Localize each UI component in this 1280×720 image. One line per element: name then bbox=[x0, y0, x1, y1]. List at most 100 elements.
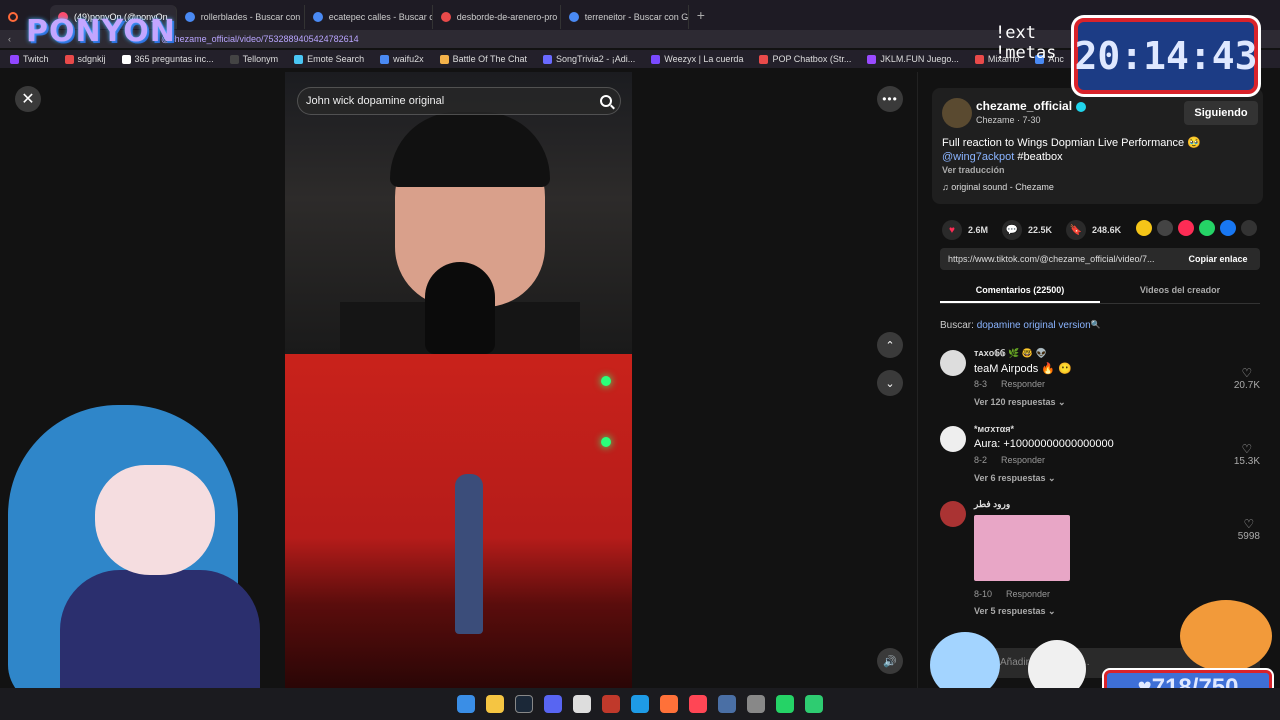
bookmark-item[interactable]: Twitch bbox=[10, 54, 49, 64]
bookmark-item[interactable]: 365 preguntas inc... bbox=[121, 54, 214, 64]
app-icon[interactable] bbox=[805, 695, 823, 713]
whatsapp-icon[interactable] bbox=[776, 695, 794, 713]
embed-icon[interactable] bbox=[1157, 220, 1173, 236]
opera-icon[interactable] bbox=[602, 695, 620, 713]
details-panel: chezame_official Chezame · 7-30 Siguiend… bbox=[917, 72, 1280, 688]
comment-stat[interactable]: 💬 22.5K bbox=[1002, 220, 1052, 240]
view-replies-button[interactable]: Ver 6 respuestas ⌄ bbox=[974, 473, 1056, 484]
bookmark-item[interactable]: Tellonym bbox=[229, 54, 278, 64]
following-button[interactable]: Siguiendo bbox=[1184, 101, 1258, 125]
hashtag-link[interactable]: #beatbox bbox=[1017, 151, 1062, 163]
avatar[interactable] bbox=[940, 426, 966, 452]
comment-like-button[interactable]: ♡ 5998 bbox=[1238, 517, 1260, 542]
file-explorer-icon[interactable] bbox=[486, 695, 504, 713]
windows-start-icon[interactable] bbox=[457, 695, 475, 713]
comment-author[interactable]: ᴛᴀxᴏ𝟞𝟞 🌿 🤓 👽 bbox=[974, 348, 1047, 359]
bookmark-icon bbox=[229, 54, 239, 64]
whatsapp-icon[interactable] bbox=[1199, 220, 1215, 236]
volume-button[interactable]: 🔊 bbox=[877, 648, 903, 674]
browser-tab[interactable]: rollerblades - Buscar con bbox=[177, 5, 305, 29]
app-icon[interactable] bbox=[747, 695, 765, 713]
view-replies-button[interactable]: Ver 5 respuestas ⌄ bbox=[974, 606, 1056, 617]
comment-meta: 8-2 Responder bbox=[974, 455, 1046, 465]
app-icon[interactable] bbox=[689, 695, 707, 713]
browser-tab[interactable]: terreneitor - Buscar con G bbox=[561, 5, 689, 29]
like-stat[interactable]: ♥ 2.6M bbox=[942, 220, 988, 240]
tab-creator-videos[interactable]: Videos del creador bbox=[1100, 280, 1260, 303]
reply-button[interactable]: Responder bbox=[1001, 455, 1045, 465]
bookmark-item[interactable]: sdgnkij bbox=[64, 54, 106, 64]
bookmark-item[interactable]: Weezyx | La cuerda bbox=[651, 54, 743, 64]
steam-icon[interactable] bbox=[515, 695, 533, 713]
search-query: John wick dopamine original bbox=[306, 95, 445, 107]
back-arrow-icon[interactable]: ‹ bbox=[8, 34, 11, 44]
bookmark-item[interactable]: SongTrivia2 - ¡Adi... bbox=[543, 54, 635, 64]
search-suggestion[interactable]: Buscar: dopamine original version🔍 bbox=[940, 320, 1101, 331]
avatar[interactable] bbox=[942, 98, 972, 128]
bookmark-icon bbox=[759, 54, 769, 64]
bookmark-item[interactable]: JKLM.FUN Juego... bbox=[867, 54, 959, 64]
bookmark-icon bbox=[651, 54, 661, 64]
discord-icon[interactable] bbox=[544, 695, 562, 713]
bookmark-icon bbox=[543, 54, 553, 64]
bookmark-icon bbox=[121, 54, 131, 64]
avatar[interactable] bbox=[940, 350, 966, 376]
stream-clock: 20:14:43 bbox=[1074, 18, 1258, 94]
post-description: Full reaction to Wings Dopmian Live Perf… bbox=[942, 137, 1201, 163]
firefox-icon[interactable] bbox=[660, 695, 678, 713]
share-icons bbox=[1136, 220, 1257, 236]
more-options-button[interactable]: ••• bbox=[877, 86, 903, 112]
tab-comments[interactable]: Comentarios (22500) bbox=[940, 280, 1100, 303]
bookmark-item[interactable]: Emote Search bbox=[294, 54, 364, 64]
sound-link[interactable]: ♫ original sound - Chezame bbox=[942, 182, 1054, 192]
bookmark-item[interactable]: POP Chatbox (Str... bbox=[759, 54, 851, 64]
comment-sticker-image bbox=[974, 515, 1070, 581]
comment-text: teaM Airpods 🔥 😶 bbox=[974, 363, 1072, 375]
reply-button[interactable]: Responder bbox=[1006, 589, 1050, 599]
search-icon[interactable] bbox=[600, 95, 612, 107]
previous-video-button[interactable]: ⌃ bbox=[877, 332, 903, 358]
windows-taskbar bbox=[0, 688, 1280, 720]
close-button[interactable]: ✕ bbox=[15, 86, 41, 112]
send-icon[interactable] bbox=[1178, 220, 1194, 236]
video-player[interactable] bbox=[285, 72, 632, 688]
new-tab-button[interactable]: + bbox=[689, 7, 713, 23]
reply-button[interactable]: Responder bbox=[1001, 379, 1045, 389]
coin-icon[interactable] bbox=[1136, 220, 1152, 236]
bookmark-icon bbox=[64, 54, 74, 64]
comment-icon: 💬 bbox=[1002, 220, 1023, 240]
browser-tab[interactable]: desborde-de-arenero-pro bbox=[433, 5, 561, 29]
video-search-bar[interactable]: John wick dopamine original bbox=[297, 87, 621, 115]
performer-figure bbox=[455, 474, 483, 634]
browser-tab[interactable]: ecatepec calles - Buscar c bbox=[305, 5, 433, 29]
close-icon: ✕ bbox=[21, 91, 35, 108]
comment-item: ᴛᴀxᴏ𝟞𝟞 🌿 🤓 👽 teaM Airpods 🔥 😶 8-3 Respond… bbox=[940, 348, 1260, 418]
comment-author[interactable]: *мσxтαя* bbox=[974, 424, 1014, 434]
copy-link-button[interactable]: Copiar enlace bbox=[1176, 248, 1260, 270]
save-stat[interactable]: 🔖 248.6K bbox=[1066, 220, 1121, 240]
chatgpt-icon[interactable] bbox=[573, 695, 591, 713]
author-username[interactable]: chezame_official bbox=[976, 99, 1087, 113]
edge-icon[interactable] bbox=[631, 695, 649, 713]
next-video-button[interactable]: ⌄ bbox=[877, 370, 903, 396]
facebook-icon[interactable] bbox=[1220, 220, 1236, 236]
comment-like-button[interactable]: ♡ 15.3K bbox=[1234, 442, 1260, 467]
heart-icon: ♥ bbox=[942, 220, 962, 240]
bookmark-icon bbox=[974, 54, 984, 64]
avatar[interactable] bbox=[940, 501, 966, 527]
app-icon[interactable] bbox=[718, 695, 736, 713]
share-arrow-icon[interactable] bbox=[1241, 220, 1257, 236]
view-replies-button[interactable]: Ver 120 respuestas ⌄ bbox=[974, 397, 1066, 408]
bookmark-item[interactable]: waifu2x bbox=[380, 54, 424, 64]
music-note-icon: ♫ bbox=[942, 182, 952, 192]
comment-meta: 8-10 Responder bbox=[974, 589, 1051, 599]
engagement-stats: ♥ 2.6M 💬 22.5K 🔖 248.6K bbox=[942, 220, 1121, 240]
heart-outline-icon: ♡ bbox=[1241, 366, 1253, 380]
comment-like-button[interactable]: ♡ 20.7K bbox=[1234, 366, 1260, 391]
comment-author[interactable]: ورود فطر bbox=[974, 499, 1010, 510]
translate-link[interactable]: Ver traducción bbox=[942, 165, 1005, 175]
heart-outline-icon: ♡ bbox=[1241, 442, 1253, 456]
mention-link[interactable]: @wing7ackpot bbox=[942, 151, 1014, 163]
bookmark-icon bbox=[867, 54, 877, 64]
bookmark-item[interactable]: Battle Of The Chat bbox=[439, 54, 527, 64]
